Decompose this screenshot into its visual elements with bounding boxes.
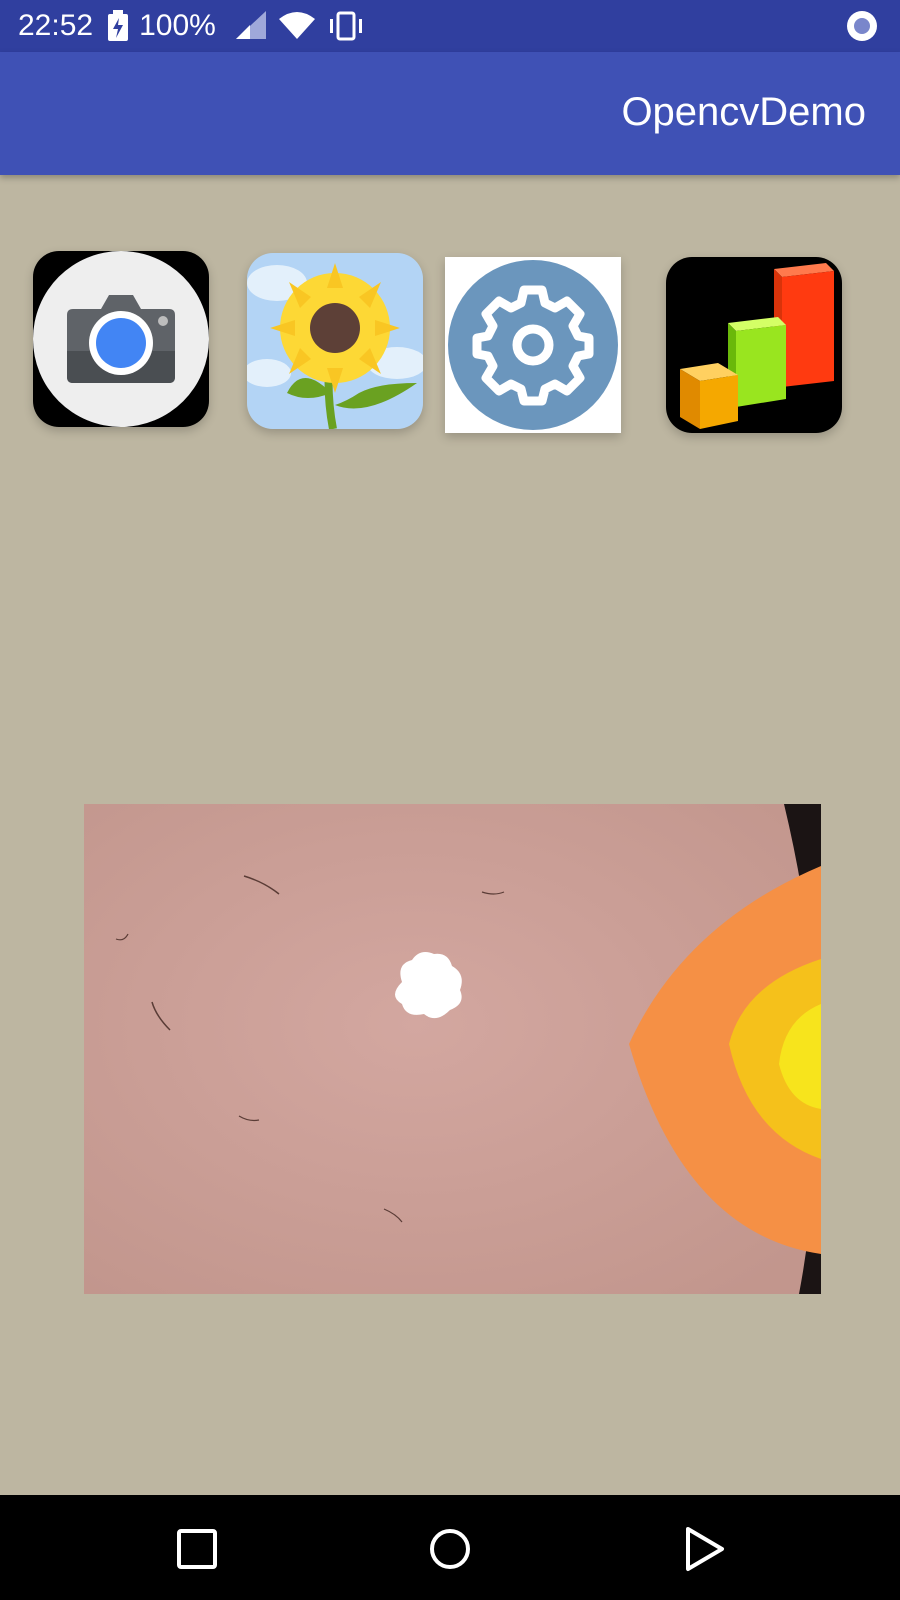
settings-gear-icon [445,257,621,433]
battery-percent: 100% [139,9,216,42]
notification-dot-icon [846,10,878,50]
signal-icon [234,11,268,41]
back-button[interactable] [680,1525,728,1573]
home-circle-icon [430,1529,470,1569]
camera-button[interactable] [33,251,209,427]
bar-chart-icon [666,257,842,433]
camera-icon [33,251,209,427]
recents-square-icon [177,1529,217,1569]
skin-lesion-image [84,804,821,1294]
navigation-bar [0,1495,900,1600]
status-time: 22:52 [18,9,94,42]
home-button[interactable] [426,1525,474,1573]
back-triangle-icon [686,1527,724,1571]
wifi-icon [278,11,316,41]
chart-button[interactable] [666,257,842,433]
app-bar: OpencvDemo [0,52,900,175]
sunflower-gallery-icon [247,253,423,429]
status-bar: 22:52 100% [0,0,900,52]
gallery-button[interactable] [247,253,423,429]
vibrate-icon [326,11,366,41]
settings-button[interactable] [445,257,621,433]
recents-button[interactable] [173,1525,221,1573]
result-image [84,804,821,1294]
app-title: OpencvDemo [621,90,866,134]
battery-charging-icon [107,10,129,42]
